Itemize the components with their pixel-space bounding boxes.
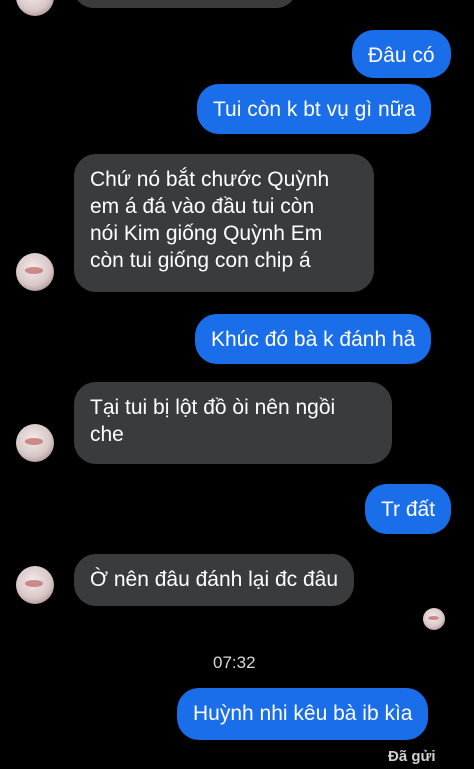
contact-avatar[interactable] [16, 0, 54, 16]
contact-avatar[interactable] [16, 424, 54, 462]
outgoing-message-bubble[interactable]: Khúc đó bà k đánh hả [195, 314, 432, 364]
message-timestamp: 07:32 [213, 653, 256, 672]
outgoing-message-bubble[interactable]: Tui còn k bt vụ gì nữa [197, 84, 432, 134]
incoming-message-bubble[interactable] [74, 0, 296, 8]
outgoing-message-bubble[interactable]: Tr đất [365, 484, 452, 534]
contact-avatar[interactable] [16, 566, 54, 604]
read-receipt-avatar [423, 608, 445, 630]
sent-status-label: Đã gửi [388, 748, 436, 765]
outgoing-message-bubble[interactable]: Đâu có [352, 30, 451, 78]
contact-avatar[interactable] [16, 253, 54, 291]
incoming-message-bubble[interactable]: Tại tui bị lột đồ òi nên ngồi che [74, 382, 392, 464]
incoming-message-bubble[interactable]: Ờ nên đâu đánh lại đc đâu [74, 554, 355, 606]
incoming-message-bubble[interactable]: Chứ nó bắt chước Quỳnh em á đá vào đầu t… [74, 154, 374, 292]
outgoing-message-bubble[interactable]: Huỳnh nhi kêu bà ib kìa [177, 688, 429, 740]
